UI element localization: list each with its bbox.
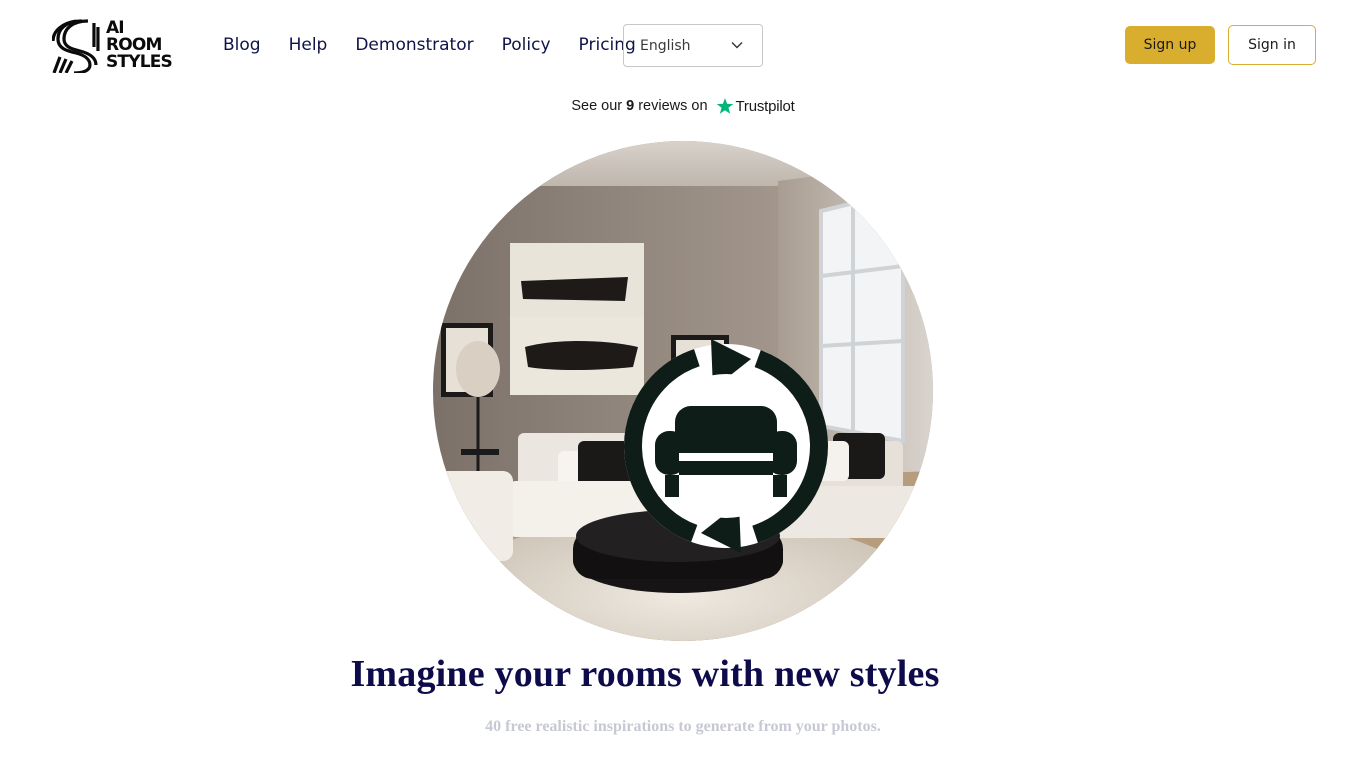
sign-up-button[interactable]: Sign up <box>1125 26 1215 64</box>
hero-subheadline: 40 free realistic inspirations to genera… <box>485 718 881 735</box>
trustpilot-star-icon <box>716 98 733 114</box>
sign-in-button[interactable]: Sign in <box>1228 25 1316 65</box>
logo-text: AI ROOM STYLES <box>105 17 173 72</box>
living-room-illustration <box>433 141 933 641</box>
main-nav: Blog Help Demonstrator Policy Pricing <box>223 34 664 56</box>
language-select-value: English <box>640 37 691 54</box>
trustpilot-brand: Trustpilot <box>735 97 795 115</box>
chevron-down-icon <box>731 42 743 49</box>
nav-policy[interactable]: Policy <box>502 34 551 56</box>
nav-help[interactable]: Help <box>289 34 328 56</box>
trustpilot-widget[interactable]: See our 9 reviews on Trustpilot <box>0 94 1366 118</box>
trustpilot-review-count: 9 <box>626 98 635 114</box>
hero-headline: Imagine your rooms with new styles <box>350 653 940 695</box>
logo[interactable]: AI ROOM STYLES <box>52 16 173 74</box>
logo-line-room: ROOM <box>105 34 163 55</box>
nav-demonstrator[interactable]: Demonstrator <box>355 34 473 56</box>
header: AI ROOM STYLES Blog Help Demonstrator Po… <box>0 0 1366 92</box>
hero-image <box>433 141 933 641</box>
logo-line-styles: STYLES <box>105 51 173 72</box>
trustpilot-prefix: See our <box>571 98 623 114</box>
nav-blog[interactable]: Blog <box>223 34 261 56</box>
language-select[interactable]: English <box>623 24 763 67</box>
logo-mark-icon <box>52 19 100 73</box>
trustpilot-suffix: reviews on <box>638 98 708 114</box>
logo-line-ai: AI <box>105 17 125 38</box>
